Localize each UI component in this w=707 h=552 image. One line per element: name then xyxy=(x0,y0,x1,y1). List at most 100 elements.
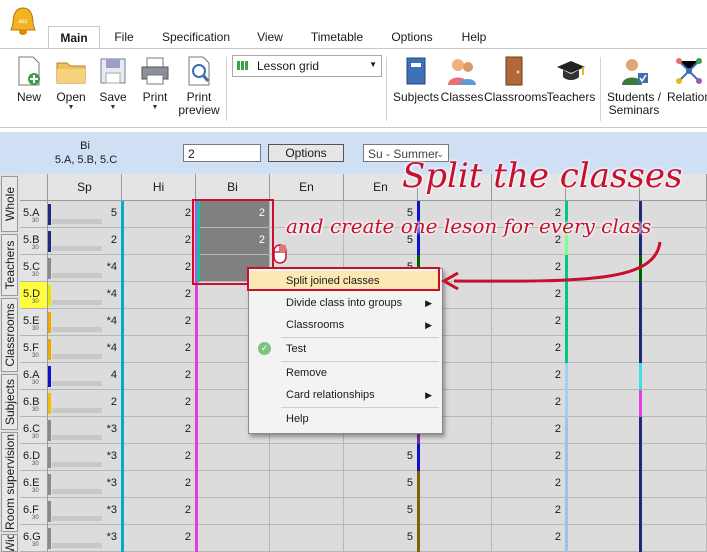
grid-cell[interactable]: 5 xyxy=(344,525,418,552)
grid-cell[interactable]: 2 xyxy=(122,255,196,282)
grid-cell[interactable]: 5 xyxy=(48,201,122,228)
save-button[interactable]: Save ▼ xyxy=(94,55,132,112)
app-bell-icon[interactable]: asc xyxy=(8,6,38,38)
menu-item-split-joined-classes[interactable]: Split joined classes xyxy=(250,271,440,291)
grid-cell[interactable]: 2 xyxy=(122,444,196,471)
tab-file[interactable]: File xyxy=(104,26,144,48)
relations-button[interactable]: Relation xyxy=(664,55,707,104)
row-header[interactable]: 6.C 30 xyxy=(20,417,48,444)
grid-cell[interactable]: 2 xyxy=(492,471,566,498)
grid-cell[interactable] xyxy=(566,417,640,444)
grid-cell[interactable]: 2 xyxy=(122,309,196,336)
lesson-grid-select[interactable]: Lesson grid ▼ xyxy=(232,55,382,77)
menu-item-classrooms[interactable]: Classrooms ▶ xyxy=(250,315,440,335)
side-tab-teachers[interactable]: Teachers xyxy=(1,234,18,296)
grid-cell[interactable]: 2 xyxy=(492,444,566,471)
open-button[interactable]: Open ▼ xyxy=(52,55,90,112)
lesson-count-input[interactable]: 2 xyxy=(183,144,261,162)
grid-cell[interactable]: *4 xyxy=(48,282,122,309)
grid-cell[interactable] xyxy=(640,525,707,552)
grid-cell[interactable] xyxy=(270,444,344,471)
tab-timetable[interactable]: Timetable xyxy=(304,26,370,48)
row-header[interactable]: 6.A 30 xyxy=(20,363,48,390)
row-header[interactable]: 6.G 30 xyxy=(20,525,48,552)
grid-cell[interactable]: 2 xyxy=(122,282,196,309)
menu-item-divide-class[interactable]: Divide class into groups ▶ xyxy=(250,293,440,313)
grid-cell[interactable] xyxy=(418,498,492,525)
grid-cell[interactable]: 2 xyxy=(492,309,566,336)
tab-options[interactable]: Options xyxy=(384,26,440,48)
grid-cell[interactable] xyxy=(640,309,707,336)
grid-cell[interactable]: 2 xyxy=(492,525,566,552)
grid-cell[interactable] xyxy=(270,525,344,552)
grid-cell[interactable] xyxy=(566,336,640,363)
grid-cell[interactable] xyxy=(196,525,270,552)
menu-item-card-relationships[interactable]: Card relationships ▶ xyxy=(250,385,440,405)
side-tab-room-supervision[interactable]: Room supervision xyxy=(1,432,18,532)
menu-item-remove[interactable]: Remove xyxy=(250,363,440,383)
grid-cell[interactable] xyxy=(566,525,640,552)
row-header[interactable]: 5.D 30 xyxy=(20,282,48,309)
grid-cell[interactable]: 2 xyxy=(122,363,196,390)
grid-cell[interactable]: *3 xyxy=(48,417,122,444)
row-header[interactable]: 5.F 30 xyxy=(20,336,48,363)
tab-main[interactable]: Main xyxy=(48,26,100,49)
grid-cell[interactable]: *4 xyxy=(48,255,122,282)
grid-cell[interactable] xyxy=(196,498,270,525)
row-header[interactable]: 6.B 30 xyxy=(20,390,48,417)
grid-cell[interactable]: 5 xyxy=(344,471,418,498)
grid-cell[interactable]: 2 xyxy=(122,201,196,228)
grid-cell[interactable]: 2 xyxy=(492,390,566,417)
grid-cell[interactable]: 2 xyxy=(48,228,122,255)
row-header[interactable]: 6.E 30 xyxy=(20,471,48,498)
grid-cell[interactable]: 2 xyxy=(122,417,196,444)
menu-item-test[interactable]: ✓ Test xyxy=(250,339,440,359)
grid-cell[interactable]: 5 xyxy=(344,498,418,525)
grid-cell[interactable] xyxy=(566,471,640,498)
column-header-sp[interactable]: Sp xyxy=(48,174,122,201)
grid-cell[interactable] xyxy=(640,363,707,390)
menu-item-help[interactable]: Help xyxy=(250,409,440,429)
grid-cell[interactable] xyxy=(566,444,640,471)
save-dropdown-arrow[interactable]: ▼ xyxy=(94,104,132,112)
row-header[interactable]: 5.B 30 xyxy=(20,228,48,255)
tab-specification[interactable]: Specification xyxy=(156,26,236,48)
side-tab-wid[interactable]: Wid xyxy=(1,534,18,552)
grid-cell[interactable] xyxy=(418,444,492,471)
teachers-button[interactable]: Teachers xyxy=(546,55,596,104)
tab-view[interactable]: View xyxy=(250,26,290,48)
grid-cell[interactable]: 2 xyxy=(492,498,566,525)
grid-cell[interactable] xyxy=(640,336,707,363)
grid-cell[interactable]: *3 xyxy=(48,525,122,552)
grid-cell[interactable]: *3 xyxy=(48,444,122,471)
column-header-hi[interactable]: Hi xyxy=(122,174,196,201)
grid-cell[interactable] xyxy=(640,444,707,471)
grid-cell[interactable]: *3 xyxy=(48,471,122,498)
subjects-button[interactable]: Subjects xyxy=(392,55,440,104)
students-seminars-button[interactable]: Students / Seminars xyxy=(606,55,662,117)
open-dropdown-arrow[interactable]: ▼ xyxy=(52,104,90,112)
row-header[interactable]: 5.A 30 xyxy=(20,201,48,228)
column-header-bi[interactable]: Bi xyxy=(196,174,270,201)
grid-cell[interactable]: 2 xyxy=(122,471,196,498)
grid-cell[interactable]: 2 xyxy=(122,498,196,525)
grid-cell[interactable]: 4 xyxy=(48,363,122,390)
grid-cell[interactable] xyxy=(566,390,640,417)
side-tab-subjects[interactable]: Subjects xyxy=(1,374,18,430)
side-tab-classrooms[interactable]: Classrooms xyxy=(1,298,18,372)
grid-cell[interactable] xyxy=(418,471,492,498)
side-tab-whole[interactable]: Whole xyxy=(1,176,18,232)
grid-cell[interactable] xyxy=(566,309,640,336)
tab-help[interactable]: Help xyxy=(452,26,496,48)
grid-cell[interactable]: 2 xyxy=(122,336,196,363)
row-header[interactable]: 6.D 30 xyxy=(20,444,48,471)
grid-cell[interactable]: 2 xyxy=(122,390,196,417)
options-button[interactable]: Options xyxy=(268,144,344,162)
grid-cell[interactable]: 2 xyxy=(122,228,196,255)
grid-cell[interactable] xyxy=(270,471,344,498)
print-dropdown-arrow[interactable]: ▼ xyxy=(136,104,174,112)
grid-cell[interactable]: 2 xyxy=(492,417,566,444)
grid-cell[interactable] xyxy=(270,498,344,525)
new-button[interactable]: New xyxy=(12,55,46,104)
classrooms-button[interactable]: Classrooms xyxy=(484,55,547,104)
